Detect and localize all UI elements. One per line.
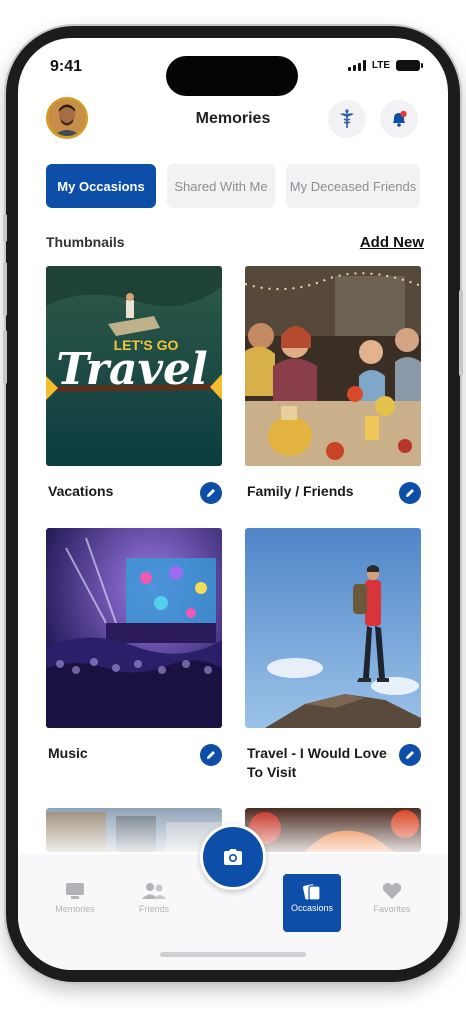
nav-label: Occasions <box>290 903 334 913</box>
card-thumbnail[interactable]: LET'S GO Travel <box>46 266 222 466</box>
camera-icon <box>224 849 242 865</box>
overlay-travel: Travel <box>56 344 208 395</box>
camera-button[interactable] <box>200 824 266 890</box>
card-thumbnail[interactable] <box>245 266 421 466</box>
caduceus-icon <box>340 109 354 128</box>
avatar[interactable] <box>46 97 88 139</box>
card-vacations[interactable]: LET'S GO Travel Vacations <box>46 266 222 504</box>
card-label: Travel - I Would Love To Visit <box>247 745 387 780</box>
card-label: Music <box>48 745 88 761</box>
edit-button[interactable] <box>200 482 222 504</box>
tab-my-occasions[interactable]: My Occasions <box>46 164 156 208</box>
card-label: Vacations <box>48 483 114 499</box>
home-indicator <box>160 952 306 957</box>
monitor-icon <box>46 878 104 904</box>
tab-shared-with-me[interactable]: Shared With Me <box>167 164 275 208</box>
card-thumbnail[interactable] <box>245 528 421 728</box>
nav-label: Memories <box>55 904 95 914</box>
status-time: 9:41 <box>50 58 83 75</box>
battery-icon <box>396 60 423 71</box>
nav-occasions[interactable]: Occasions <box>283 874 341 932</box>
dynamic-island <box>166 56 298 96</box>
power-button <box>459 290 463 376</box>
pencil-icon <box>207 751 215 759</box>
pencil-icon <box>406 751 414 759</box>
signal-icon <box>347 60 366 71</box>
pencil-icon <box>207 489 215 497</box>
edit-button[interactable] <box>399 482 421 504</box>
card-label: Family / Friends <box>247 483 354 499</box>
nav-friends[interactable]: Friends <box>125 878 183 914</box>
volume-up-button <box>3 262 7 316</box>
nav-label: Favorites <box>373 904 411 914</box>
page-title: Memories <box>195 110 271 127</box>
add-new-link[interactable]: Add New <box>360 234 424 251</box>
card-thumbnail[interactable] <box>46 528 222 728</box>
nav-label: Friends <box>138 904 169 914</box>
volume-down-button <box>3 330 7 384</box>
cards-icon <box>283 881 341 903</box>
card-travel-wish[interactable]: Travel - I Would Love To Visit <box>245 528 421 780</box>
nav-favorites[interactable]: Favorites <box>363 878 421 914</box>
caduceus-button[interactable] <box>328 100 366 138</box>
app-screen: 9:41 LTE Memories My Occasions Shared Wi… <box>18 38 448 970</box>
section-label: Thumbnails <box>46 234 125 250</box>
network-label: LTE <box>371 60 390 71</box>
mute-switch <box>3 214 7 242</box>
status-indicators: LTE <box>347 60 423 71</box>
edit-button[interactable] <box>399 744 421 766</box>
card-family-friends[interactable]: Family / Friends <box>245 266 421 504</box>
bell-icon <box>393 110 407 127</box>
nav-memories[interactable]: Memories <box>46 878 104 914</box>
tab-my-deceased-friends[interactable]: My Deceased Friends <box>286 164 420 208</box>
heart-icon <box>363 878 421 904</box>
card-music[interactable]: Music <box>46 528 222 766</box>
people-icon <box>125 878 183 904</box>
edit-button[interactable] <box>200 744 222 766</box>
notification-button[interactable] <box>380 100 418 138</box>
pencil-icon <box>406 489 414 497</box>
